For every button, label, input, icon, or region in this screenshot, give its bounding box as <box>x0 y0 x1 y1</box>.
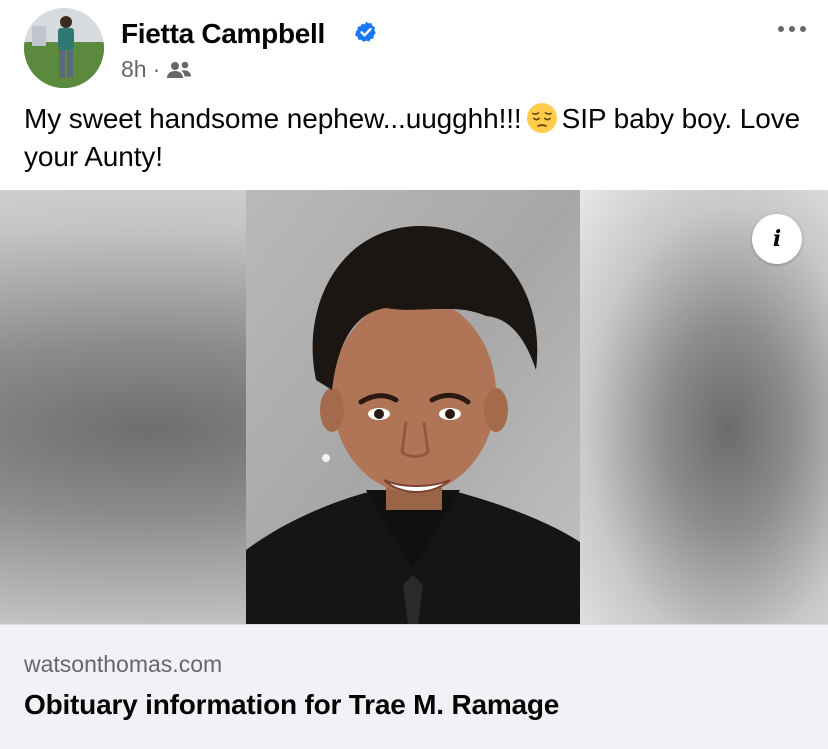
link-title[interactable]: Obituary information for Trae M. Ramage <box>24 689 559 721</box>
avatar[interactable] <box>24 8 104 88</box>
info-button[interactable]: i <box>752 214 802 264</box>
link-domain: watsonthomas.com <box>24 651 223 677</box>
verified-badge-icon <box>355 21 376 42</box>
post-header: Fietta Campbell 8h · <box>24 8 814 88</box>
portrait-photo <box>246 190 580 624</box>
link-preview-card[interactable]: i watsonthomas.com Obituary information … <box>0 190 828 749</box>
more-dot-icon <box>800 26 806 32</box>
link-preview-image[interactable] <box>0 190 828 624</box>
friends-icon <box>167 61 192 78</box>
more-options-button[interactable] <box>770 14 814 44</box>
post-timestamp[interactable]: 8h <box>121 56 147 83</box>
pensive-face-emoji-icon <box>526 103 557 133</box>
link-footer[interactable]: watsonthomas.com Obituary information fo… <box>0 624 828 749</box>
author-name[interactable]: Fietta Campbell <box>121 18 325 50</box>
avatar-image <box>24 8 104 88</box>
post-text-part1: My sweet handsome nephew...uugghh!!! <box>24 103 522 134</box>
meta-separator: · <box>152 56 161 82</box>
post-meta: 8h · <box>121 56 192 83</box>
more-dot-icon <box>778 26 784 32</box>
more-dot-icon <box>789 26 795 32</box>
post-text: My sweet handsome nephew...uugghh!!! SIP … <box>24 100 804 176</box>
